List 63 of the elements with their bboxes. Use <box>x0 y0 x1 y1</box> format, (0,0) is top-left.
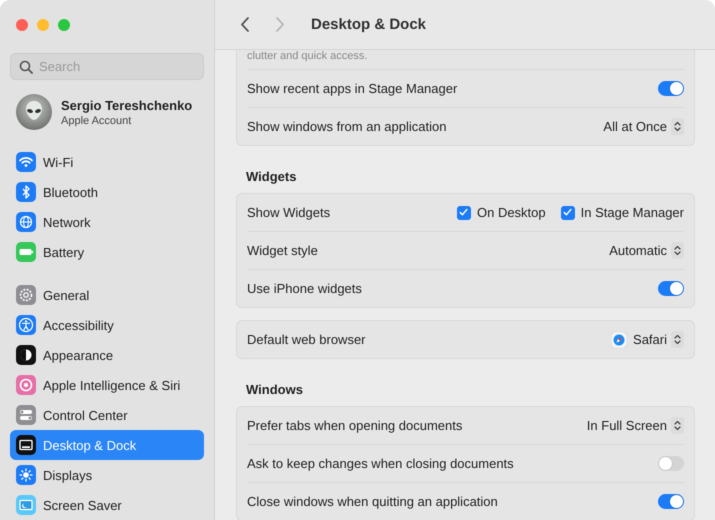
account-subtitle: Apple Account <box>61 114 132 126</box>
sidebar-item[interactable]: Wi-Fi <box>10 147 204 177</box>
avatar[interactable] <box>16 94 52 130</box>
sidebar-item[interactable]: Control Center <box>10 400 204 430</box>
popup-button[interactable]: All at Once <box>603 118 684 135</box>
popup-button[interactable]: Safari <box>611 331 684 348</box>
setting-label: Widget style <box>247 243 318 258</box>
sun-icon <box>16 465 36 485</box>
sidebar-item[interactable]: Appearance <box>10 340 204 370</box>
checkbox-label: In Stage Manager <box>580 205 684 220</box>
sidebar-item[interactable]: Bluetooth <box>10 177 204 207</box>
sparkle-ring-icon <box>16 375 36 395</box>
accessibility-icon <box>16 315 36 335</box>
globe-icon <box>16 212 36 232</box>
stepper-icon <box>671 417 684 434</box>
setting-label: Prefer tabs when opening documents <box>247 418 462 433</box>
dock-icon <box>16 435 36 455</box>
setting-label: Show recent apps in Stage Manager <box>247 81 458 96</box>
sidebar-item[interactable]: Screen Saver <box>10 490 204 520</box>
toggle-switch[interactable] <box>658 81 684 96</box>
toggle-switch[interactable] <box>658 281 684 296</box>
search-field[interactable]: Search <box>10 53 204 80</box>
setting-label: Show Widgets <box>247 205 330 220</box>
switches-icon <box>16 405 36 425</box>
sidebar-item[interactable]: General <box>10 280 204 310</box>
sidebar-item[interactable]: Battery <box>10 237 204 267</box>
stepper-icon <box>671 242 684 259</box>
screen-icon <box>16 495 36 515</box>
sidebar-item[interactable]: Desktop & Dock <box>10 430 204 460</box>
battery-icon <box>16 242 36 262</box>
popup-button[interactable]: In Full Screen <box>586 417 684 434</box>
sidebar-item[interactable]: Accessibility <box>10 310 204 340</box>
section-heading: Widgets <box>245 169 298 186</box>
back-icon <box>240 17 250 32</box>
gear-icon <box>16 285 36 305</box>
setting-label: Default web browser <box>247 332 366 347</box>
setting-label: Ask to keep changes when closing documents <box>247 456 514 471</box>
checkmark-icon <box>458 207 470 218</box>
back-button[interactable] <box>239 16 251 34</box>
toggle-switch[interactable] <box>658 456 684 471</box>
close-button[interactable] <box>16 19 28 31</box>
checkbox-label: On Desktop <box>476 205 546 220</box>
wifi-icon <box>16 152 36 172</box>
setting-label: Close windows when quitting an application <box>247 494 498 509</box>
stepper-icon <box>671 118 684 135</box>
toggle-switch[interactable] <box>658 494 684 509</box>
forward-icon <box>274 17 284 32</box>
section-heading: Windows <box>245 382 304 399</box>
account-name[interactable]: Sergio Tereshchenko <box>61 98 192 112</box>
sidebar-item[interactable]: Displays <box>10 460 204 490</box>
stepper-icon <box>671 331 684 348</box>
sidebar-item[interactable]: Apple Intelligence & Siri <box>10 370 204 400</box>
setting-label: Use iPhone widgets <box>247 281 362 296</box>
popup-button[interactable]: Automatic <box>609 242 684 259</box>
bluetooth-icon <box>16 182 36 202</box>
checkmark-icon <box>562 207 574 218</box>
compass-icon <box>611 332 628 348</box>
checkbox[interactable] <box>560 206 575 220</box>
window-title: Desktop & Dock <box>311 16 426 33</box>
sidebar-item[interactable]: Network <box>10 207 204 237</box>
checkbox[interactable] <box>456 206 471 220</box>
setting-label: Show windows from an application <box>247 119 446 134</box>
description-text: clutter and quick access. <box>247 50 368 62</box>
